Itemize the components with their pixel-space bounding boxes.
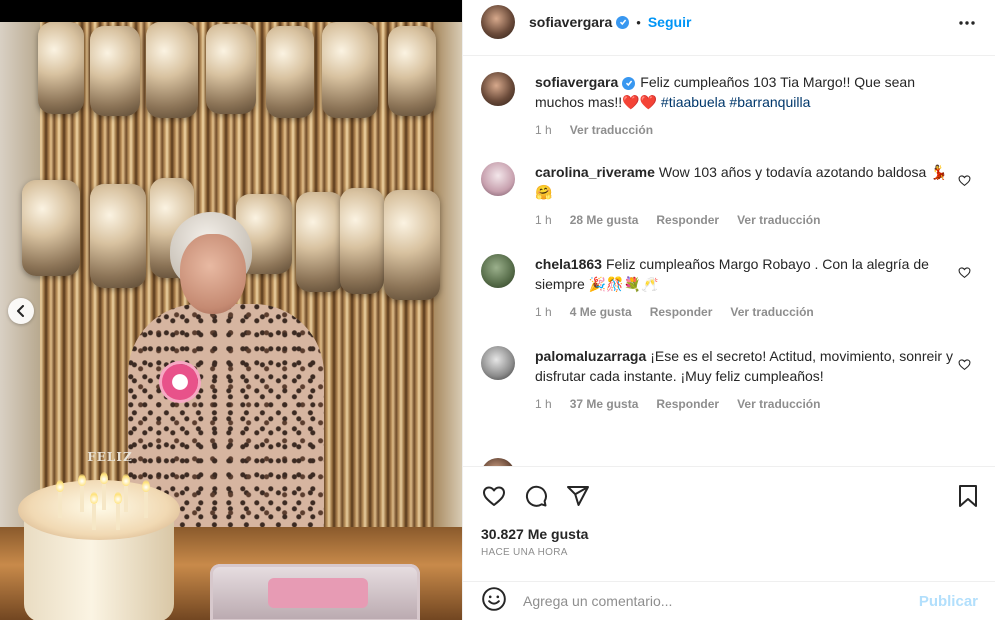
- likes-count[interactable]: 30.827 Me gusta: [481, 526, 588, 542]
- comment-likes[interactable]: 4 Me gusta: [570, 302, 632, 322]
- comments-list[interactable]: sofiavergara Feliz cumpleaños 103 Tia Mar…: [463, 56, 995, 466]
- gift-bag: [210, 564, 420, 620]
- post-photo: FELIZ: [0, 0, 462, 620]
- reply-button[interactable]: Responder: [656, 394, 719, 414]
- follow-button[interactable]: Seguir: [648, 14, 692, 30]
- comment-likes[interactable]: 28 Me gusta: [570, 210, 639, 230]
- chevron-left-icon: [17, 305, 24, 317]
- bookmark-icon: [959, 485, 977, 507]
- header-separator: •: [636, 14, 641, 30]
- balloon: [340, 188, 384, 294]
- like-button[interactable]: [481, 484, 507, 513]
- reply-button[interactable]: Responder: [650, 302, 713, 322]
- comment-username[interactable]: palomaluzarraga: [535, 348, 646, 364]
- carousel-prev-button[interactable]: [8, 298, 34, 324]
- translate-link[interactable]: Ver traducción: [730, 302, 813, 322]
- caption-hashtags[interactable]: #tiaabuela #barranquilla: [661, 94, 810, 110]
- comment-time: 1 h: [535, 397, 552, 411]
- balloon: [146, 22, 198, 118]
- cake-topper: FELIZ: [87, 450, 133, 464]
- comment-username[interactable]: carolina_riverame: [535, 164, 655, 180]
- heart-icon: [483, 486, 505, 506]
- balloon: [388, 26, 436, 116]
- save-button[interactable]: [957, 484, 979, 513]
- comment-time: 1 h: [535, 305, 552, 319]
- reply-button[interactable]: Responder: [656, 210, 719, 230]
- verified-badge-icon: [622, 76, 636, 90]
- balloon: [38, 22, 84, 114]
- balloon: [266, 26, 314, 118]
- more-options-icon[interactable]: [958, 14, 976, 37]
- caption-avatar[interactable]: [481, 72, 515, 106]
- post-actions: [463, 478, 995, 514]
- share-button[interactable]: [565, 484, 591, 513]
- comment-like-icon[interactable]: [958, 266, 971, 284]
- comment-meta: 1 h 4 Me gusta Responder Ver traducción: [535, 302, 965, 322]
- post-header: sofiavergara • Seguir: [463, 0, 995, 44]
- comment-composer: Publicar: [463, 582, 995, 620]
- translate-link[interactable]: Ver traducción: [737, 210, 820, 230]
- balloon: [90, 26, 140, 116]
- post-side-panel: sofiavergara • Seguir sofiavergara Feliz …: [462, 0, 995, 620]
- caption-username[interactable]: sofiavergara: [535, 74, 618, 90]
- photo-wall-right: [434, 22, 462, 600]
- comment-meta: 1 h 37 Me gusta Responder Ver traducción: [535, 394, 965, 414]
- verified-badge-icon: [616, 15, 630, 29]
- caption-meta: 1 h Ver traducción: [535, 120, 965, 140]
- comment-meta: 1 h 28 Me gusta Responder Ver traducción: [535, 210, 965, 230]
- photo-scene: FELIZ: [0, 22, 462, 620]
- balloon: [322, 22, 378, 118]
- comment-likes[interactable]: 37 Me gusta: [570, 394, 639, 414]
- comment-input[interactable]: [523, 593, 893, 609]
- comment-time: 1 h: [535, 213, 552, 227]
- birthday-rosette: [162, 364, 198, 400]
- comment-icon: [525, 485, 547, 507]
- author-avatar[interactable]: [481, 5, 515, 39]
- comment-username[interactable]: chela1863: [535, 256, 602, 272]
- commenter-avatar[interactable]: [481, 254, 515, 288]
- caption-time: 1 h: [535, 123, 552, 137]
- comment-like-icon[interactable]: [958, 174, 971, 192]
- balloon: [384, 190, 440, 300]
- translate-link[interactable]: Ver traducción: [737, 394, 820, 414]
- birthday-cake: FELIZ: [18, 450, 180, 620]
- commenter-avatar[interactable]: [481, 346, 515, 380]
- post-timestamp: HACE UNA HORA: [481, 547, 568, 558]
- comment-like-icon[interactable]: [958, 358, 971, 376]
- send-icon: [567, 486, 589, 506]
- actions-divider: [463, 466, 995, 467]
- publish-button[interactable]: Publicar: [919, 593, 978, 610]
- comment-button[interactable]: [523, 484, 549, 513]
- balloon: [22, 180, 80, 276]
- commenter-avatar[interactable]: [481, 162, 515, 196]
- commenter-avatar[interactable]: [481, 458, 515, 466]
- caption-emoji: ❤️❤️: [622, 94, 658, 110]
- author-username[interactable]: sofiavergara: [529, 14, 612, 30]
- smile-icon[interactable]: [481, 586, 507, 617]
- balloon: [206, 24, 256, 114]
- caption-translate-link[interactable]: Ver traducción: [570, 120, 653, 140]
